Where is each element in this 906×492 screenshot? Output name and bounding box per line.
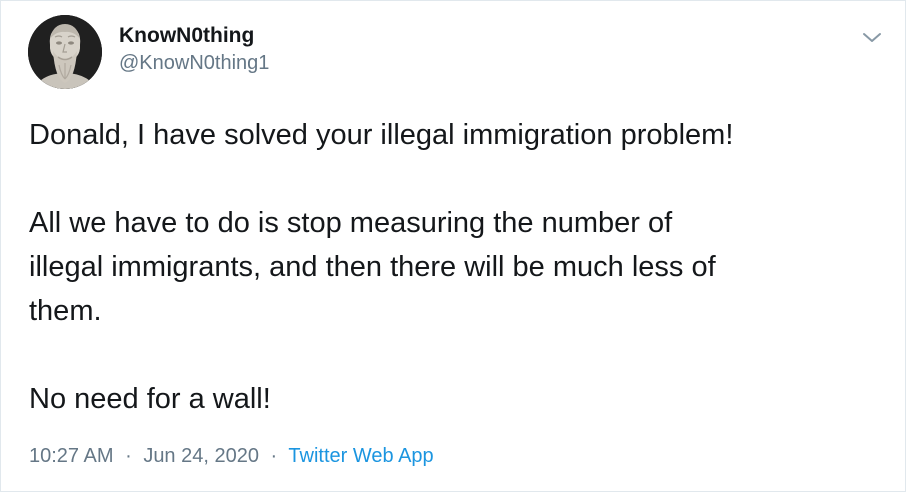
tweet-source-link[interactable]: Twitter Web App bbox=[288, 445, 433, 467]
tweet-time[interactable]: 10:27 AM bbox=[29, 445, 114, 467]
tweet-date[interactable]: Jun 24, 2020 bbox=[143, 445, 259, 467]
tweet-text: Donald, I have solved your illegal immig… bbox=[29, 119, 734, 415]
more-options-button[interactable] bbox=[859, 25, 885, 51]
separator-dot: · bbox=[125, 445, 132, 467]
chevron-down-icon bbox=[863, 33, 881, 42]
author-names: KnowN0thing @KnowN0thing1 bbox=[119, 23, 269, 76]
tweet-metadata: 10:27 AM · Jun 24, 2020 · Twitter Web Ap… bbox=[29, 442, 434, 470]
tweet-header: KnowN0thing @KnowN0thing1 bbox=[28, 15, 885, 91]
display-name[interactable]: KnowN0thing bbox=[119, 23, 269, 49]
avatar[interactable] bbox=[28, 15, 102, 89]
bust-statue-avatar-icon bbox=[28, 15, 102, 89]
user-handle[interactable]: @KnowN0thing1 bbox=[119, 50, 269, 76]
tweet-card: KnowN0thing @KnowN0thing1 Donald, I have… bbox=[0, 0, 906, 492]
separator-dot: · bbox=[270, 445, 278, 467]
